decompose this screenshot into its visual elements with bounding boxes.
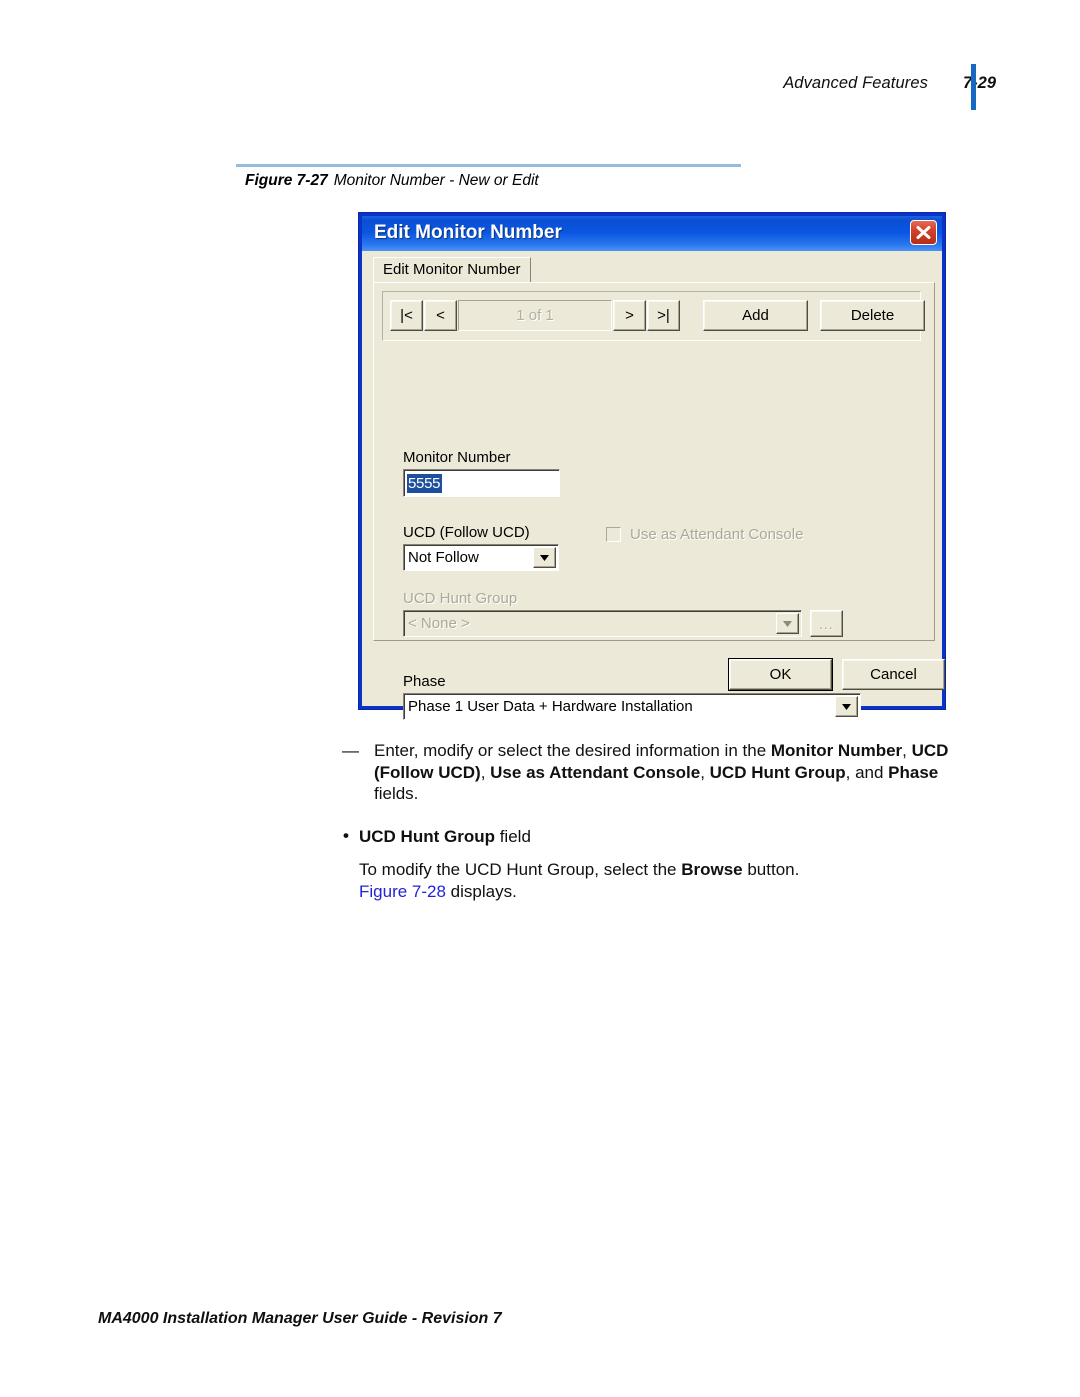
tab-panel: |< < 1 of 1 > >| Add Delete Monitor Numb… xyxy=(373,282,935,720)
record-position-indicator: 1 of 1 xyxy=(458,300,612,331)
dash-bold-attendant-console: Use as Attendant Console xyxy=(490,762,701,782)
previous-record-button[interactable]: < xyxy=(424,300,457,331)
dialog-body: Edit Monitor Number Edit Monitor Number … xyxy=(362,216,945,720)
use-as-attendant-console-label: Use as Attendant Console xyxy=(630,526,804,543)
dash-bold-monitor-number: Monitor Number xyxy=(770,741,903,760)
header-page-number: 7-29 xyxy=(962,74,996,92)
dash-bold-phase: Phase xyxy=(888,762,939,782)
tab-edit-monitor-number[interactable]: Edit Monitor Number xyxy=(373,257,531,283)
bullet-heading: • UCD Hunt Group field xyxy=(342,826,982,848)
header-section-title: Advanced Features xyxy=(783,74,928,92)
phase-value: Phase 1 User Data + Hardware Installatio… xyxy=(408,698,693,715)
bullet-marker: • xyxy=(343,826,349,845)
monitor-number-label: Monitor Number xyxy=(403,449,511,466)
ok-button[interactable]: OK xyxy=(728,658,833,691)
dash-list-item: — Enter, modify or select the desired inf… xyxy=(342,740,982,805)
close-x-icon[interactable] xyxy=(910,220,937,245)
ucd-hunt-group-label: UCD Hunt Group xyxy=(403,590,518,607)
use-as-attendant-console-checkbox xyxy=(606,527,621,542)
ucd-hunt-group-select: < None > xyxy=(403,610,802,637)
monitor-number-input[interactable]: 5555 xyxy=(403,469,560,497)
figure-number: Figure 7-27 xyxy=(245,172,328,189)
dash-sep-4: , and xyxy=(845,762,889,782)
dash-sep-1: , xyxy=(902,741,912,760)
ucd-follow-ucd-value: Not Follow xyxy=(408,549,479,566)
dash-sep-3: , xyxy=(700,762,710,782)
dialog-title: Edit Monitor Number xyxy=(374,222,562,243)
page-footer: MA4000 Installation Manager User Guide -… xyxy=(98,1310,502,1327)
cancel-button[interactable]: Cancel xyxy=(842,659,945,690)
dash-marker: — xyxy=(342,741,359,760)
dash-tail: fields. xyxy=(374,784,419,804)
bullet-text-1: To modify the UCD Hunt Group, select the xyxy=(359,860,682,880)
record-navigation-group: |< < 1 of 1 > >| Add Delete xyxy=(382,291,925,341)
bullet-text-3: displays. xyxy=(445,882,517,902)
last-record-button[interactable]: >| xyxy=(647,300,680,331)
page-header: Advanced Features 7-29 xyxy=(0,68,1080,108)
chevron-down-icon xyxy=(835,696,858,717)
tabstrip: Edit Monitor Number xyxy=(373,257,935,283)
bullet-bold-browse: Browse xyxy=(681,860,743,880)
first-record-button[interactable]: |< xyxy=(390,300,423,331)
add-button[interactable]: Add xyxy=(703,300,808,331)
chevron-down-icon xyxy=(533,547,556,568)
monitor-number-value: 5555 xyxy=(407,473,443,493)
ucd-follow-ucd-select[interactable]: Not Follow xyxy=(403,544,559,571)
dash-text-1: Enter, modify or select the desired info… xyxy=(374,741,771,760)
phase-select[interactable]: Phase 1 User Data + Hardware Installatio… xyxy=(403,693,861,720)
figure-divider-rule xyxy=(236,164,741,167)
delete-button[interactable]: Delete xyxy=(820,300,925,331)
edit-monitor-number-dialog: Edit Monitor Number Edit Monitor Number … xyxy=(358,212,946,720)
figure-caption: Figure 7-27 Monitor Number - New or Edit xyxy=(245,172,539,190)
ucd-follow-ucd-label: UCD (Follow UCD) xyxy=(403,524,530,541)
bullet-body-text: To modify the UCD Hunt Group, select the… xyxy=(359,859,982,903)
bullet-section: • UCD Hunt Group field To modify the UCD … xyxy=(342,826,982,903)
figure-caption-text: Monitor Number - New or Edit xyxy=(333,172,539,189)
bullet-heading-bold: UCD Hunt Group xyxy=(359,827,495,846)
use-as-attendant-console-row: Use as Attendant Console xyxy=(606,526,803,543)
figure-7-28-link[interactable]: Figure 7-28 xyxy=(359,882,446,901)
dash-bold-hunt-group: UCD Hunt Group xyxy=(709,762,846,782)
bullet-text-2: button. xyxy=(742,860,800,880)
dialog-titlebar: Edit Monitor Number xyxy=(362,216,942,251)
browse-ucd-hunt-group-button: ... xyxy=(810,610,843,637)
bullet-heading-normal: field xyxy=(494,827,531,846)
chevron-down-icon xyxy=(776,613,799,634)
dash-sep-2: , xyxy=(480,762,491,782)
ucd-hunt-group-value: < None > xyxy=(408,615,470,632)
header-accent-bar xyxy=(971,64,976,110)
instruction-paragraph: — Enter, modify or select the desired inf… xyxy=(342,740,982,805)
next-record-button[interactable]: > xyxy=(613,300,646,331)
phase-label: Phase xyxy=(403,673,446,690)
